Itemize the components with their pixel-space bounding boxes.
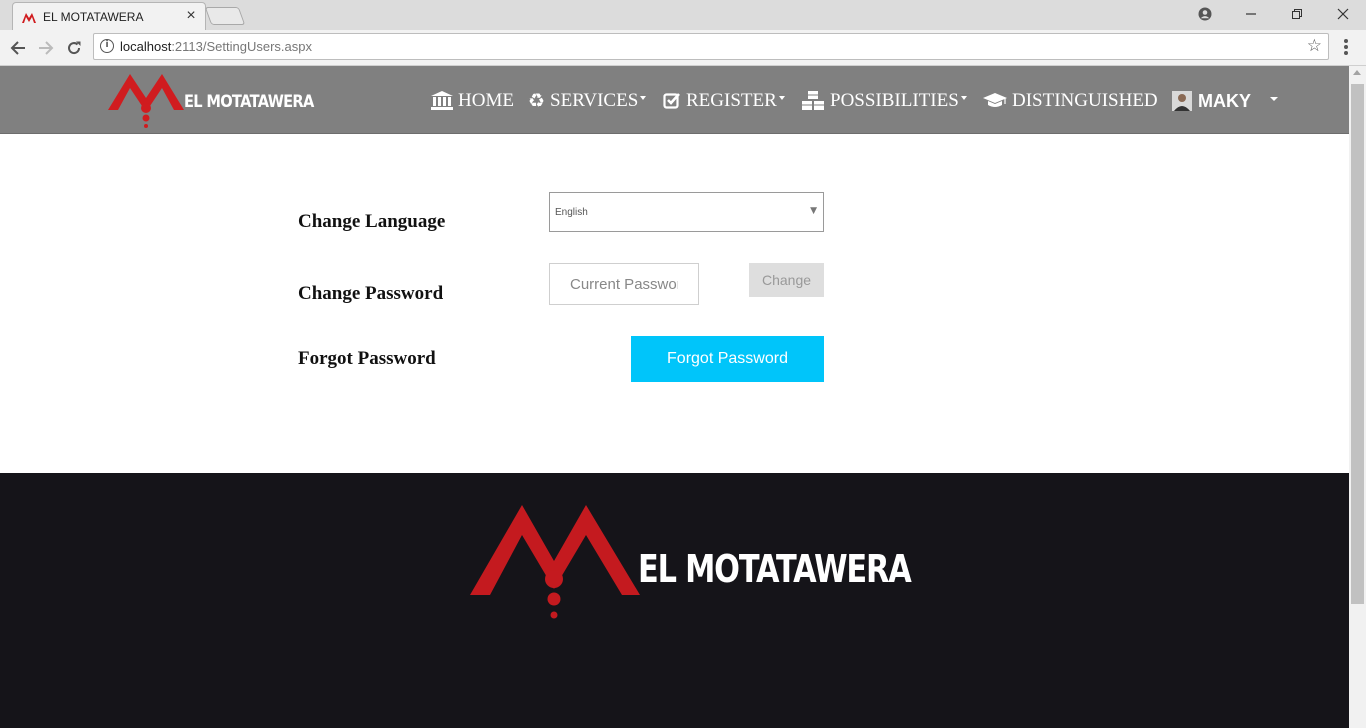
chevron-down-icon	[778, 96, 785, 100]
chevron-down-icon	[960, 96, 967, 100]
site-favicon-icon	[22, 13, 36, 23]
account-icon[interactable]	[1194, 4, 1216, 24]
brand-logo[interactable]: EL MOTATAWERA	[108, 72, 314, 130]
nav-home[interactable]: HOME	[431, 88, 514, 114]
site-footer: EL MOTATAWERA	[0, 473, 1349, 728]
address-bar-row: i localhost:2113/SettingUsers.aspx ☆	[0, 30, 1366, 66]
user-menu-caret-icon[interactable]	[1270, 97, 1278, 101]
chevron-down-icon	[640, 96, 647, 100]
info-icon[interactable]: i	[100, 39, 114, 53]
scrollbar-thumb[interactable]	[1351, 84, 1364, 604]
footer-brand-name: EL MOTATAWERA	[638, 547, 912, 591]
back-arrow-icon[interactable]	[8, 38, 28, 58]
nav-home-label: HOME	[458, 90, 514, 111]
footer-logo: EL MOTATAWERA	[470, 505, 912, 625]
browser-tab[interactable]: EL MOTATAWERA ×	[12, 2, 206, 30]
avatar	[1172, 91, 1192, 111]
close-icon[interactable]	[1332, 4, 1354, 24]
minimize-icon[interactable]	[1240, 4, 1262, 24]
nav-possibilities-label: POSSIBILITIES	[830, 90, 959, 111]
page-scrollbar[interactable]	[1349, 66, 1366, 728]
nav-register-label: REGISTER	[686, 90, 777, 111]
change-password-button[interactable]: Change	[749, 263, 824, 297]
check-square-icon	[663, 88, 681, 117]
recycle-icon: ♻	[528, 90, 546, 112]
brand-mountain-icon	[108, 74, 184, 128]
nav-services-label: SERVICES	[550, 90, 639, 111]
kebab-menu-icon[interactable]	[1340, 38, 1352, 58]
nav-distinguished-label: DISTINGUISHED	[1012, 90, 1158, 111]
tab-title: EL MOTATAWERA	[43, 10, 144, 24]
browser-tab-bar: EL MOTATAWERA ×	[0, 0, 1366, 30]
language-select[interactable]: English ▼	[549, 192, 824, 232]
url-path: :2113/SettingUsers.aspx	[171, 39, 312, 54]
reload-icon[interactable]	[64, 38, 84, 58]
language-select-value: English	[555, 207, 588, 218]
url-text: localhost:2113/SettingUsers.aspx	[120, 39, 312, 54]
nav-services[interactable]: ♻ SERVICES	[528, 88, 647, 114]
url-bar[interactable]: i localhost:2113/SettingUsers.aspx ☆	[93, 33, 1329, 60]
tab-close-icon[interactable]: ×	[183, 6, 199, 26]
nav-register[interactable]: REGISTER	[663, 88, 785, 114]
new-tab-button[interactable]	[204, 7, 246, 25]
url-host: localhost	[120, 39, 172, 54]
forgot-password-button[interactable]: Forgot Password	[631, 336, 824, 382]
nav-user-menu[interactable]: MAKY	[1172, 88, 1251, 114]
current-password-input[interactable]	[549, 263, 699, 305]
restore-icon[interactable]	[1286, 4, 1308, 24]
nav-distinguished[interactable]: DISTINGUISHED	[983, 88, 1158, 114]
chevron-down-icon: ▼	[810, 206, 817, 216]
scroll-up-arrow-icon[interactable]	[1353, 70, 1361, 75]
nav-possibilities[interactable]: POSSIBILITIES	[801, 88, 967, 114]
bank-icon	[431, 88, 453, 118]
forward-arrow-icon[interactable]	[36, 38, 56, 58]
site-navbar: EL MOTATAWERA HOME ♻ SERVICES REGISTER PO…	[0, 66, 1349, 134]
graduation-cap-icon	[983, 88, 1007, 117]
brand-name: EL MOTATAWERA	[184, 92, 314, 112]
change-language-label: Change Language	[298, 211, 446, 232]
cubes-icon	[801, 88, 825, 118]
star-icon[interactable]: ☆	[1307, 36, 1322, 56]
forgot-password-label: Forgot Password	[298, 348, 436, 369]
change-password-label: Change Password	[298, 283, 444, 304]
user-name: MAKY	[1198, 91, 1251, 111]
footer-mountain-icon	[470, 505, 640, 619]
